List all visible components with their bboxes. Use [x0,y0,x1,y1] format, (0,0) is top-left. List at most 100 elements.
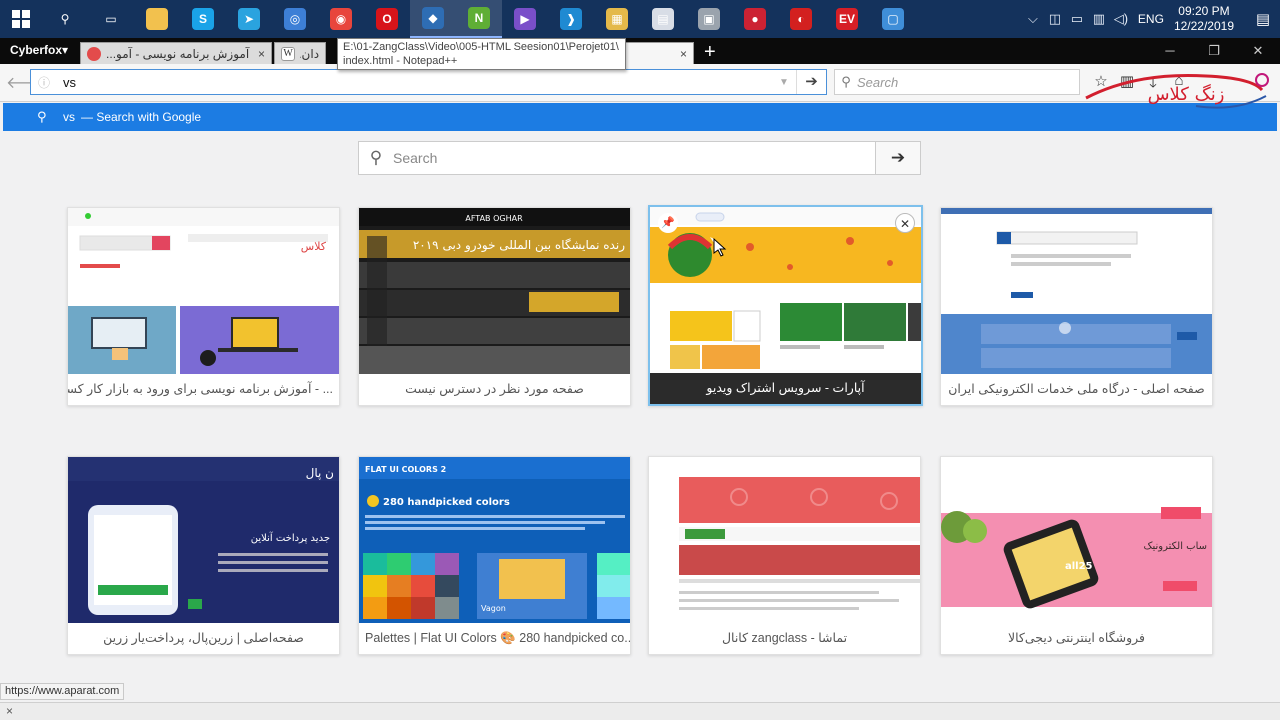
vscode-icon: ❱ [560,8,582,30]
top-site-tile[interactable]: FLAT UI COLORS 2 280 handpicked colors V… [358,456,631,655]
windows-start-button[interactable] [0,0,42,38]
top-site-tile[interactable]: all25 ساب الکترونیک فروشگاه اینترنتی دیج… [940,456,1213,655]
find-bar-close-icon[interactable]: × [6,704,13,718]
tile-title: صفحه مورد نظر در دسترس نیست [405,382,584,396]
url-input[interactable]: vs [57,75,772,90]
svg-text:FLAT UI COLORS 2: FLAT UI COLORS 2 [365,465,446,474]
disk-app-icon: ▣ [698,8,720,30]
taskbar-button-chrome[interactable]: ◉ [318,0,364,38]
taskbar-button-visual-studio[interactable]: ▶ [502,0,548,38]
taskbar-button-ev-app[interactable]: EV [824,0,870,38]
search-icon: ⚲ [54,8,76,30]
tile-title: صفحه‌اصلی | زرین‌پال، پرداخت‌یار زرین [103,631,304,645]
taskbar-button-telegram[interactable]: ➤ [226,0,272,38]
clock-time: 09:20 PM [1178,4,1230,18]
tile-title: آپارات - سرویس اشتراک ویدیو [650,373,921,404]
top-site-tile-aparat[interactable]: 📌 ✕ آپارات - سرویس اشتراک ویدیو [648,205,923,406]
language-indicator[interactable]: ENG [1138,12,1164,26]
skype-icon: S [192,8,214,30]
network-icon[interactable]: ▥ [1088,11,1110,27]
zangclass-watermark-logo: زنگ کلاس [1085,73,1269,109]
top-site-tile[interactable]: AFTAB OGHAR رنده نمایشگاه بین المللی خود… [358,207,631,406]
new-tab-page: ⚲ Search ➔ کلاس ... - آموزش برنامه نویسی… [0,131,1280,683]
menu-label: Cyberfox [10,43,63,57]
tab-title: دان... [300,46,320,61]
tile-thumbnail: ن پال جدید پرداخت آنلاین [68,457,339,623]
search-go-arrow-icon[interactable]: ➔ [875,142,920,174]
search-icon: ⚲ [37,109,47,124]
newtab-search-placeholder: Search [393,150,438,166]
close-icon[interactable]: × [680,47,687,61]
red-app-icon: ◐ [790,8,812,30]
ev-app-icon: EV [836,8,858,30]
taskbar-button-folder-tools[interactable]: ▦ [594,0,640,38]
tab-active[interactable]: × [614,42,695,64]
brand-text: زنگ کلاس [1148,83,1225,105]
taskbar-button-file-explorer[interactable] [134,0,180,38]
go-arrow-icon[interactable]: ➔ [796,70,826,94]
svg-text:جدید پرداخت آنلاین: جدید پرداخت آنلاین [251,531,330,544]
app-globe-icon: ◎ [284,8,306,30]
search-placeholder: Search [857,74,899,90]
find-bar: × [0,702,1280,720]
volume-icon[interactable]: ◁) [1110,11,1132,27]
sync-icon[interactable]: ◫ [1044,11,1066,27]
taskbar-button-skype[interactable]: S [180,0,226,38]
taskbar-button-task-view[interactable]: ▭ [88,0,134,38]
new-tab-button[interactable]: + [696,42,724,64]
windows-logo-icon [12,10,30,28]
status-bar-url: https://www.aparat.com [0,683,125,700]
clock[interactable]: 09:20 PM 12/22/2019 [1174,4,1234,34]
taskbar-button-notepad-plus[interactable]: N [456,0,502,38]
svg-text:ن پال: ن پال [306,466,334,480]
top-site-tile[interactable]: تماشا - zangclass کانال [648,456,921,655]
dropdown-triangle-icon[interactable]: ▼ [772,77,796,88]
taskbar-button-cyberfox[interactable]: ◆ [410,0,456,38]
search-bar[interactable]: ⚲ Search [834,69,1080,95]
system-tray: ⌵ ◫ ▭ ▥ ◁) ENG 09:20 PM 12/22/2019 ▤ [1022,0,1280,38]
tile-thumbnail [941,208,1212,374]
tile-thumbnail: کلاس [68,208,339,374]
close-window-icon[interactable]: ✕ [1236,38,1280,64]
minimize-icon[interactable]: ─ [1148,38,1192,64]
tab-wikipedia[interactable]: W دان... [274,42,327,64]
svg-text:کلاس: کلاس [301,240,327,253]
taskbar-button-app-globe[interactable]: ◎ [272,0,318,38]
close-icon[interactable]: × [258,47,265,61]
chevron-up-icon[interactable]: ⌵ [1022,11,1044,27]
search-icon: ⚲ [841,74,851,89]
tooltip-line-2: index.html - Notepad++ [343,55,458,67]
maximize-icon[interactable]: ❐ [1192,38,1236,64]
taskbar-button-red-app[interactable]: ◐ [778,0,824,38]
top-site-tile[interactable]: صفحه اصلی - درگاه ملی خدمات الکترونیکی ا… [940,207,1213,406]
info-icon[interactable]: ⓘ [31,74,57,91]
back-arrow-icon[interactable]: 🡐 [6,73,49,95]
task-view-icon: ▭ [100,8,122,30]
battery-icon[interactable]: ▭ [1066,11,1088,27]
pin-icon[interactable]: 📌 [658,213,678,233]
wikipedia-icon: W [281,46,296,61]
taskbar-button-blue-window[interactable]: ▢ [870,0,916,38]
close-icon[interactable]: ✕ [895,213,915,233]
taskbar-button-vscode[interactable]: ❱ [548,0,594,38]
taskbar-app-list: ⚲ ▭ S ➤ ◎ ◉ O ◆ N ▶ ❱ ▦ ▤ ▣ ● ◐ EV ▢ [42,0,916,38]
cyberfox-menu-button[interactable]: Cyberfox▾ [0,43,80,64]
taskbar-button-screen-recorder[interactable]: ● [732,0,778,38]
top-site-tile[interactable]: کلاس ... - آموزش برنامه نویسی برای ورود … [67,207,340,406]
url-bar[interactable]: ⓘ vs ▼ ➔ [30,69,827,95]
tile-title: Palettes | Flat UI Colors 🎨 280 handpick… [365,631,630,645]
taskbar-button-disk-app[interactable]: ▣ [686,0,732,38]
taskbar-button-search[interactable]: ⚲ [42,0,88,38]
search-icon: ⚲ [369,148,383,167]
newtab-search-field[interactable]: ⚲ Search ➔ [358,141,921,175]
tile-thumbnail: AFTAB OGHAR رنده نمایشگاه بین المللی خود… [359,208,630,374]
tile-title: فروشگاه اینترنتی دیجی‌کالا [1007,631,1146,645]
notification-center-icon[interactable]: ▤ [1246,10,1280,28]
visual-studio-icon: ▶ [514,8,536,30]
tile-thumbnail: FLAT UI COLORS 2 280 handpicked colors V… [359,457,630,623]
tab-amoozesh[interactable]: آموزش برنامه نویسی - آمو... × [80,42,273,64]
taskbar-button-opera[interactable]: O [364,0,410,38]
tile-thumbnail: all25 ساب الکترونیک [941,457,1212,623]
top-site-tile[interactable]: ن پال جدید پرداخت آنلاین صفحه‌اصلی | زری… [67,456,340,655]
taskbar-button-chart-app[interactable]: ▤ [640,0,686,38]
